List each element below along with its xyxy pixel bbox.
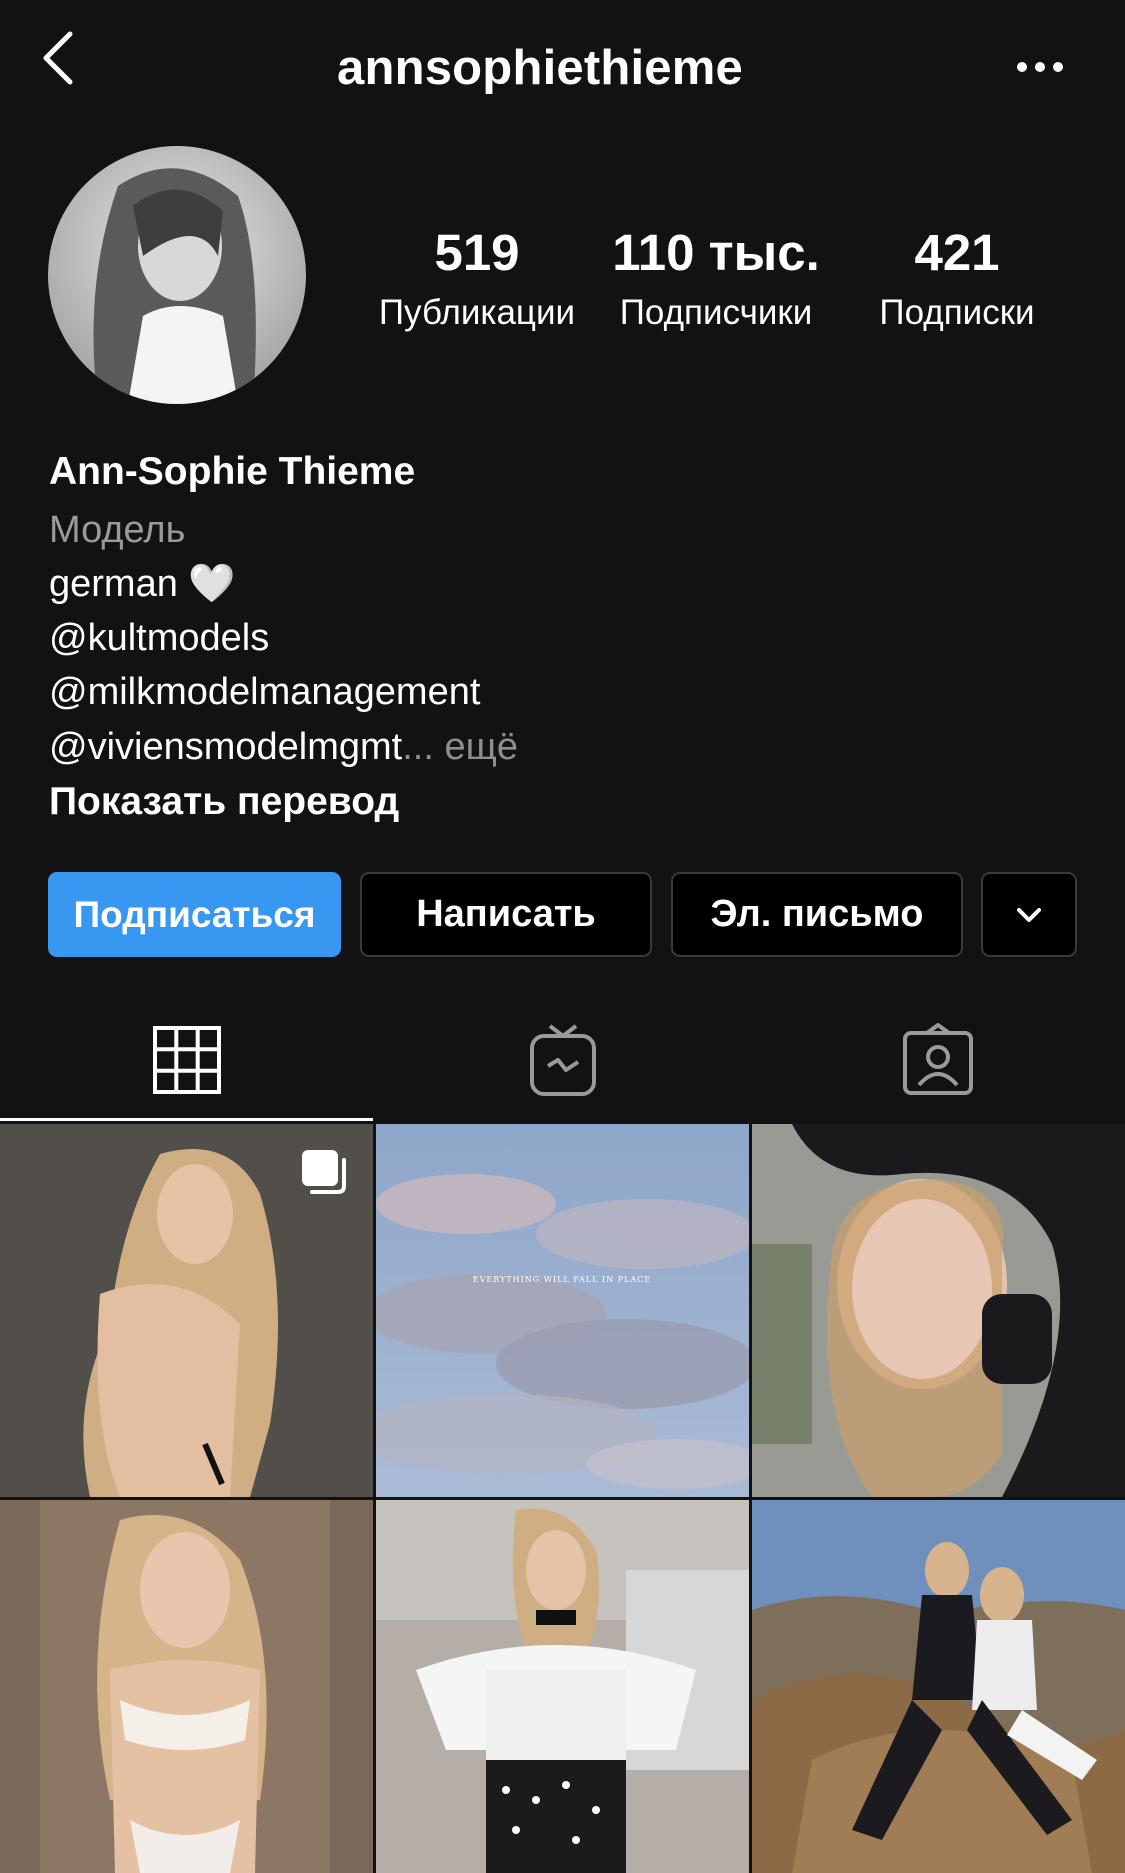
active-tab-indicator bbox=[0, 1118, 373, 1121]
bio-mention-link[interactable]: @milkmodelmanagement bbox=[49, 668, 480, 716]
post-thumbnail[interactable] bbox=[0, 1124, 373, 1497]
post-image bbox=[752, 1124, 1125, 1497]
tab-posts-grid[interactable] bbox=[0, 1000, 373, 1120]
stat-followers[interactable]: 110 тыс. Подписчики bbox=[604, 222, 828, 336]
post-thumbnail[interactable] bbox=[752, 1500, 1125, 1873]
post-thumbnail[interactable]: EVERYTHING WILL FALL IN PLACE bbox=[376, 1124, 749, 1497]
profile-avatar[interactable] bbox=[48, 146, 306, 404]
email-button[interactable]: Эл. письмо bbox=[671, 872, 963, 957]
bio-line: german 🤍 bbox=[49, 560, 236, 608]
bio-mention-link[interactable]: @kultmodels bbox=[49, 614, 269, 662]
chevron-down-icon bbox=[1017, 907, 1041, 922]
avatar-image bbox=[48, 146, 306, 404]
stat-posts[interactable]: 519 Публикации bbox=[368, 222, 586, 336]
show-translation-link[interactable]: Показать перевод bbox=[49, 778, 399, 826]
bio-text: german bbox=[49, 563, 178, 605]
tab-tagged[interactable] bbox=[750, 1000, 1125, 1120]
post-thumbnail[interactable] bbox=[752, 1124, 1125, 1497]
post-image bbox=[752, 1500, 1125, 1873]
bio-mention-link[interactable]: @viviensmodelmgmt bbox=[49, 726, 402, 768]
profile-username: annsophiethieme bbox=[337, 41, 743, 95]
follow-button[interactable]: Подписаться bbox=[48, 872, 341, 957]
bio-ellipsis: ... bbox=[402, 726, 434, 768]
posts-label: Публикации bbox=[378, 293, 576, 332]
following-label: Подписки bbox=[879, 293, 1035, 332]
post-image bbox=[376, 1500, 749, 1873]
post-image bbox=[0, 1500, 373, 1873]
more-options-button[interactable] bbox=[1010, 52, 1070, 82]
bio-line: @viviensmodelmgmt... ещё bbox=[49, 723, 518, 771]
grid-icon bbox=[152, 1026, 221, 1094]
white-heart-icon: 🤍 bbox=[188, 563, 236, 605]
stat-following[interactable]: 421 Подписки bbox=[848, 222, 1066, 336]
igtv-icon bbox=[529, 1024, 596, 1096]
message-button[interactable]: Написать bbox=[360, 872, 652, 957]
profile-category: Модель bbox=[49, 509, 186, 551]
following-count: 421 bbox=[914, 224, 1000, 281]
ellipsis-icon bbox=[1017, 62, 1063, 72]
post-thumbnail[interactable] bbox=[376, 1500, 749, 1873]
suggestions-dropdown-button[interactable] bbox=[981, 872, 1077, 957]
post-image: EVERYTHING WILL FALL IN PLACE bbox=[376, 1124, 749, 1497]
post-caption-text: EVERYTHING WILL FALL IN PLACE bbox=[473, 1275, 651, 1284]
posts-count: 519 bbox=[434, 224, 520, 281]
post-thumbnail[interactable] bbox=[0, 1500, 373, 1873]
multiple-photos-icon bbox=[302, 1150, 346, 1194]
bio-more-link[interactable]: ещё bbox=[434, 726, 518, 768]
tab-igtv[interactable] bbox=[376, 1000, 749, 1120]
followers-label: Подписчики bbox=[619, 293, 813, 332]
tagged-icon bbox=[902, 1023, 973, 1095]
followers-count: 110 тыс. bbox=[612, 224, 820, 281]
profile-full-name: Ann-Sophie Thieme bbox=[49, 450, 416, 493]
